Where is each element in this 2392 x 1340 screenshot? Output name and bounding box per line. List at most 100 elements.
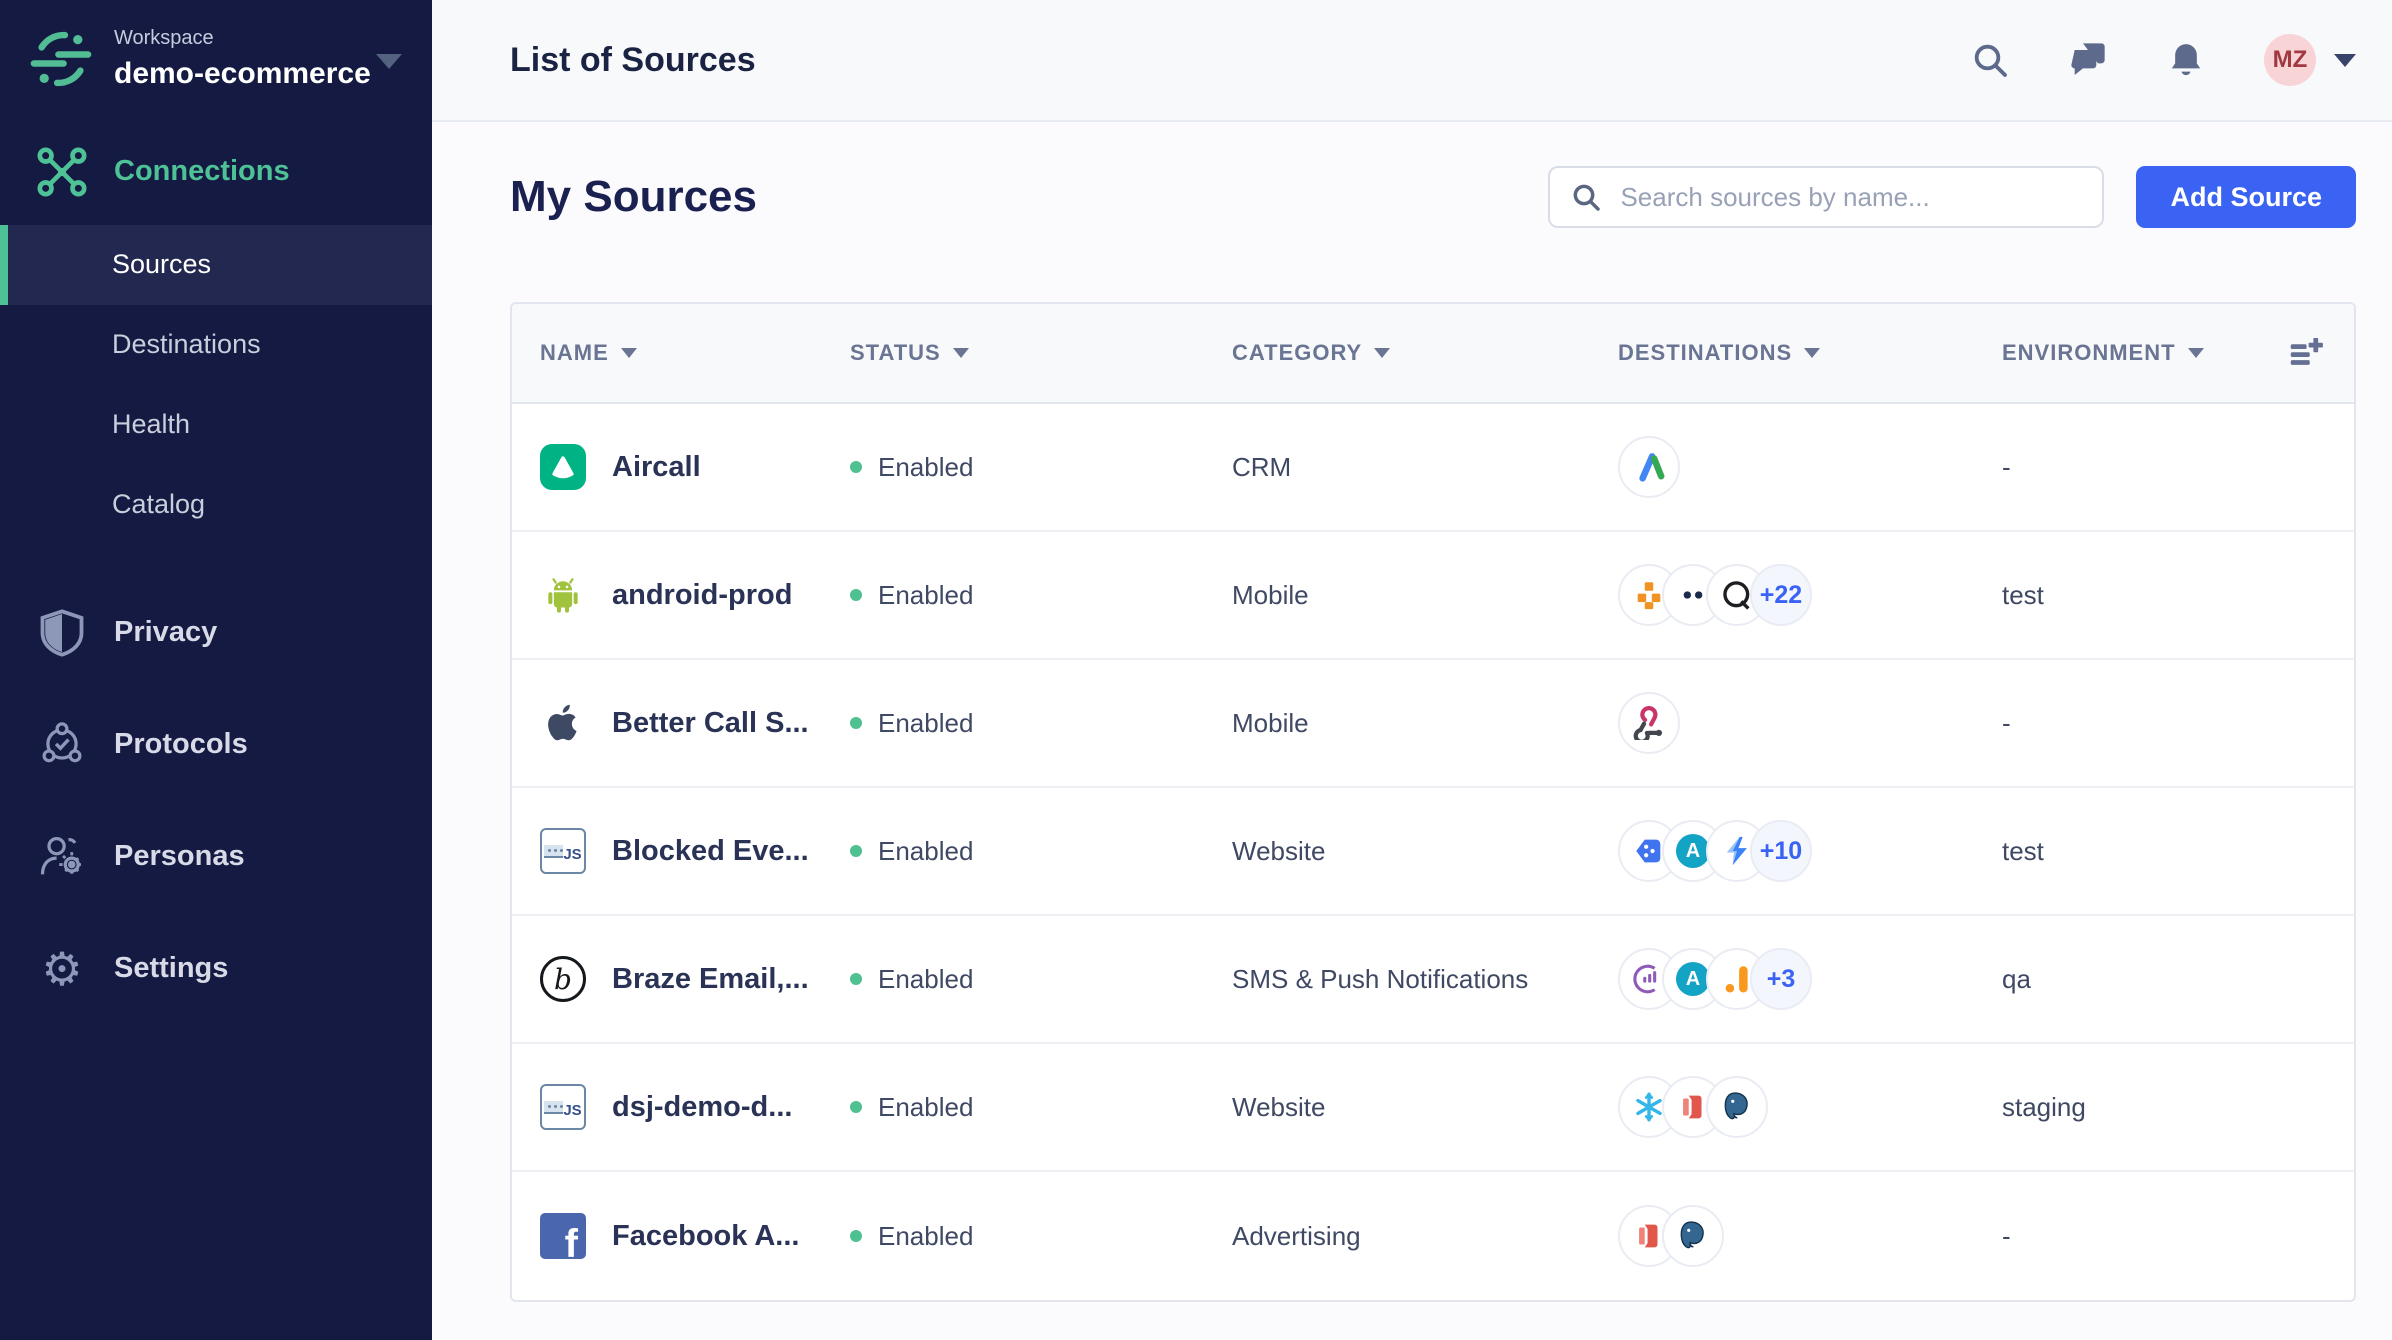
status-dot [850,589,862,601]
account-menu[interactable]: MZ [2264,34,2356,86]
environment-text: test [2002,579,2044,610]
table-header: NAME STATUS CATEGORY DESTINATIONS ENVIRO… [512,304,2354,404]
category-text: Mobile [1232,579,1309,610]
more-destinations-badge[interactable]: +22 [1750,564,1812,626]
bell-icon[interactable] [2166,40,2206,80]
column-header-environment[interactable]: ENVIRONMENT [1974,340,2280,366]
status-text: Enabled [878,963,974,994]
more-destinations-badge[interactable]: +10 [1750,820,1812,882]
table-row[interactable]: Better Call S... Enabled Mobile - [512,660,2354,788]
protocols-icon [34,717,90,773]
status-text: Enabled [878,451,974,482]
sidebar-item-personas[interactable]: Personas [0,817,432,897]
sidebar-item-destinations[interactable]: Destinations [0,305,432,385]
workspace-switcher[interactable]: Workspace demo-ecommerce [0,0,432,123]
environment-text: - [2002,707,2011,738]
status-text: Enabled [878,1091,974,1122]
postgres-logo-icon[interactable] [1706,1076,1768,1138]
status-dot [850,1230,862,1242]
sort-caret-icon [952,348,969,358]
status-text: Enabled [878,835,974,866]
environment-text: qa [2002,963,2031,994]
more-destinations-badge[interactable]: +3 [1750,948,1812,1010]
sidebar-item-label: Destinations [112,329,261,359]
sidebar-item-label: Catalog [112,489,206,519]
column-header-destinations[interactable]: DESTINATIONS [1590,340,1974,366]
column-header-status[interactable]: STATUS [822,340,1204,366]
sidebar-item-label: Sources [112,249,212,279]
javascript-source-icon: JS [540,828,586,874]
braze-logo-icon: b [540,956,586,1002]
source-name[interactable]: Blocked Eve... [612,835,809,868]
gear-icon: ⚙ [41,942,83,995]
search-icon[interactable] [1970,40,2010,80]
edit-columns-button[interactable] [2280,334,2352,372]
google-adwords-logo-icon[interactable] [1618,436,1680,498]
segment-logo-icon [30,32,92,87]
page-title: List of Sources [510,40,756,79]
table-row[interactable]: f Facebook A... Enabled Advertising - [512,1172,2354,1300]
chevron-down-icon [2334,53,2356,67]
sidebar-item-connections[interactable]: Connections [0,133,432,211]
status-dot [850,845,862,857]
source-name[interactable]: Better Call S... [612,707,809,740]
environment-text: staging [2002,1091,2086,1122]
column-header-category[interactable]: CATEGORY [1204,340,1590,366]
postgres-logo-icon[interactable] [1662,1205,1724,1267]
status-dot [850,973,862,985]
search-icon [1574,184,1601,211]
workspace-label: Workspace [114,27,214,49]
sidebar-item-label: Protocols [114,728,248,760]
sidebar-item-label: Personas [114,840,245,872]
sidebar-item-protocols[interactable]: Protocols [0,705,432,785]
shield-icon [34,605,90,661]
column-header-name[interactable]: NAME [512,340,822,366]
app-window: Workspace demo-ecommerce Connections Sou… [0,0,2392,1340]
section-title: My Sources [510,172,757,221]
source-name[interactable]: Aircall [612,451,701,484]
workspace-name: demo-ecommerce [114,57,371,90]
connections-icon [37,147,87,196]
sort-caret-icon [620,348,637,358]
top-bar: List of Sources MZ [432,0,2392,122]
sidebar-item-health[interactable]: Health [0,385,432,465]
sidebar: Workspace demo-ecommerce Connections Sou… [0,0,432,1340]
webhook-logo-icon[interactable] [1618,692,1680,754]
javascript-source-icon: JS [540,1084,586,1130]
facebook-logo-icon: f [540,1213,586,1259]
sort-caret-icon [1804,348,1821,358]
personas-icon [34,829,90,885]
category-text: Website [1232,1091,1326,1122]
workspace-caret-icon[interactable] [376,54,402,69]
table-row[interactable]: JS dsj-demo-d... Enabled Website staging [512,1044,2354,1172]
status-text: Enabled [878,579,974,610]
status-text: Enabled [878,1220,974,1251]
sidebar-item-settings[interactable]: ⚙ Settings [0,929,432,1009]
sort-caret-icon [2187,348,2204,358]
status-dot [850,461,862,473]
chat-icon[interactable] [2068,40,2108,80]
sidebar-item-label: Health [112,409,191,439]
sidebar-item-label: Privacy [114,616,218,648]
search-sources-input[interactable] [1620,181,2083,213]
table-row[interactable]: b Braze Email,... Enabled SMS & Push Not… [512,916,2354,1044]
category-text: Website [1232,835,1326,866]
source-name[interactable]: android-prod [612,579,792,612]
table-row[interactable]: Aircall Enabled CRM - [512,404,2354,532]
category-text: Advertising [1232,1220,1361,1251]
status-dot [850,1101,862,1113]
source-name[interactable]: Braze Email,... [612,963,809,996]
sidebar-item-sources[interactable]: Sources [0,224,432,305]
category-text: Mobile [1232,707,1309,738]
environment-text: test [2002,835,2044,866]
sidebar-item-privacy[interactable]: Privacy [0,593,432,673]
source-name[interactable]: Facebook A... [612,1220,799,1253]
add-source-button[interactable]: Add Source [2136,166,2356,228]
source-name[interactable]: dsj-demo-d... [612,1091,792,1124]
table-row[interactable]: android-prod Enabled Mobile +22 test [512,532,2354,660]
sources-table: NAME STATUS CATEGORY DESTINATIONS ENVIRO… [510,302,2356,1302]
aircall-logo-icon [540,444,586,490]
table-row[interactable]: JS Blocked Eve... Enabled Website A +10 … [512,788,2354,916]
sidebar-item-catalog[interactable]: Catalog [0,465,432,545]
avatar[interactable]: MZ [2264,34,2316,86]
